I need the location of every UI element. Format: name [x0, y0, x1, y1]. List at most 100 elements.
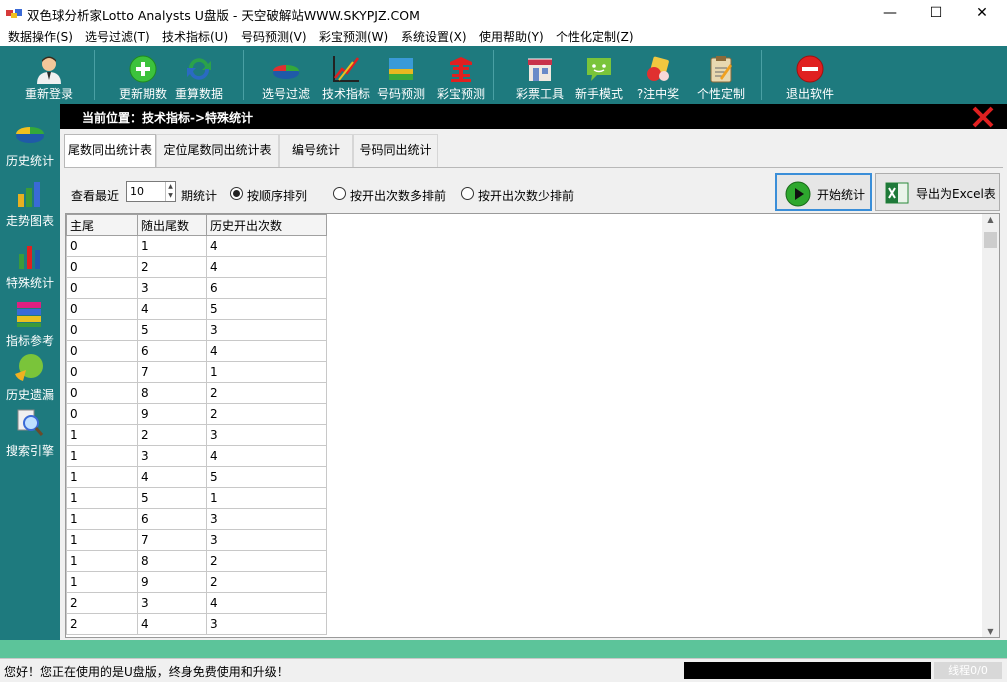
- caibao-predict-button[interactable]: 彩宝预测: [432, 48, 490, 104]
- table-row[interactable]: 182: [66, 550, 327, 572]
- scroll-down-icon[interactable]: ▼: [982, 627, 999, 636]
- tab-tail-co-occurrence[interactable]: 尾数同出统计表: [64, 134, 156, 168]
- table-cell: 7: [137, 529, 207, 551]
- table-row[interactable]: 053: [66, 319, 327, 341]
- menu-tech-indicators[interactable]: 技术指标(U): [162, 28, 228, 45]
- table-row[interactable]: 151: [66, 487, 327, 509]
- maximize-button[interactable]: ☐: [913, 0, 959, 26]
- sidebar-item-history-omission[interactable]: 历史遗漏: [0, 348, 60, 404]
- period-spinner[interactable]: 10 ▲ ▼: [126, 181, 176, 202]
- table-row[interactable]: 064: [66, 340, 327, 362]
- beginner-mode-button[interactable]: 新手模式: [570, 48, 628, 104]
- table-row[interactable]: 163: [66, 508, 327, 530]
- table-row[interactable]: 092: [66, 403, 327, 425]
- menu-system-settings[interactable]: 系统设置(X): [401, 28, 467, 45]
- main-panel: 当前位置：技术指标->特殊统计 尾数同出统计表 定位尾数同出统计表 编号统计 号…: [60, 104, 1007, 640]
- table-row[interactable]: 134: [66, 445, 327, 467]
- menu-data-ops[interactable]: 数据操作(S): [8, 28, 73, 45]
- table-row[interactable]: 145: [66, 466, 327, 488]
- menu-help[interactable]: 使用帮助(Y): [479, 28, 544, 45]
- number-predict-button[interactable]: 号码预测: [372, 48, 430, 104]
- status-message: 您好！您正在使用的是U盘版，终身免费使用和升级！: [4, 665, 289, 679]
- menu-number-predict[interactable]: 号码预测(V): [241, 28, 307, 45]
- minimize-button[interactable]: —: [867, 0, 913, 26]
- column-header[interactable]: 主尾: [66, 214, 138, 236]
- table-row[interactable]: 123: [66, 424, 327, 446]
- table-row[interactable]: 234: [66, 592, 327, 614]
- radio-more-first[interactable]: [333, 187, 346, 200]
- radio-less-first[interactable]: [461, 187, 474, 200]
- table-cell: 1: [66, 424, 138, 446]
- table-cell: 2: [66, 592, 138, 614]
- table-cell: 5: [137, 319, 207, 341]
- sidebar-item-history-stats[interactable]: 历史统计: [0, 114, 60, 170]
- location-bar: 当前位置：技术指标->特殊统计: [60, 104, 1007, 129]
- table-row[interactable]: 071: [66, 361, 327, 383]
- menu-caibao-predict[interactable]: 彩宝预测(W): [319, 28, 388, 45]
- user-icon: [37, 56, 61, 84]
- table-cell: 5: [137, 487, 207, 509]
- tab-number-co-occurrence[interactable]: 号码同出统计: [353, 134, 438, 167]
- table-row[interactable]: 045: [66, 298, 327, 320]
- radio-order-label[interactable]: 按顺序排列: [247, 187, 307, 204]
- sidebar-item-search-engine[interactable]: 搜索引擎: [0, 404, 60, 460]
- prize-check-button[interactable]: ?注中奖: [629, 48, 687, 104]
- column-header[interactable]: 历史开出次数: [206, 214, 327, 236]
- table-row[interactable]: 024: [66, 256, 327, 278]
- table-cell: 3: [137, 445, 207, 467]
- update-periods-button[interactable]: 更新期数: [114, 48, 172, 104]
- sidebar-item-special-stats[interactable]: 特殊统计: [0, 236, 60, 292]
- table-row[interactable]: 192: [66, 571, 327, 593]
- menu-number-filter[interactable]: 选号过滤(T): [85, 28, 150, 45]
- tech-indicators-button[interactable]: 技术指标: [317, 48, 375, 104]
- number-filter-button[interactable]: 选号过滤: [257, 48, 315, 104]
- close-panel-icon[interactable]: [971, 105, 995, 129]
- chat-icon: [587, 58, 611, 81]
- table-row[interactable]: 014: [66, 235, 327, 257]
- table-cell: 0: [66, 403, 138, 425]
- table-row[interactable]: 243: [66, 613, 327, 635]
- table-row[interactable]: 082: [66, 382, 327, 404]
- spinner-arrows-icon[interactable]: ▲ ▼: [165, 182, 175, 201]
- radio-order[interactable]: [230, 187, 243, 200]
- vertical-scrollbar[interactable]: ▲ ▼: [982, 214, 999, 637]
- tab-number-stats[interactable]: 编号统计: [279, 134, 353, 167]
- sidebar-label: 指标参考: [5, 334, 54, 348]
- radio-more-first-label[interactable]: 按开出次数多排前: [350, 187, 446, 204]
- tab-position-tail-co-occurrence[interactable]: 定位尾数同出统计表: [156, 134, 279, 167]
- scroll-up-icon[interactable]: ▲: [982, 215, 999, 224]
- table-row[interactable]: 173: [66, 529, 327, 551]
- shop-icon: [528, 58, 552, 81]
- relogin-button[interactable]: 重新登录: [20, 48, 78, 104]
- table-cell: 1: [206, 361, 327, 383]
- table-row[interactable]: 036: [66, 277, 327, 299]
- sidebar-item-indicator-reference[interactable]: 指标参考: [0, 294, 60, 350]
- magnifier-icon: [17, 409, 44, 436]
- table-cell: 0: [66, 235, 138, 257]
- status-stripe: [0, 640, 1007, 658]
- table-cell: 0: [66, 277, 138, 299]
- radio-less-first-label[interactable]: 按开出次数少排前: [478, 187, 574, 204]
- update-periods-label: 更新期数: [118, 87, 167, 101]
- table-cell: 3: [137, 277, 207, 299]
- export-excel-button[interactable]: 导出为Excel表: [875, 173, 1000, 211]
- table-cell: 0: [66, 361, 138, 383]
- app-logo-icon: [6, 9, 22, 18]
- table-cell: 1: [206, 487, 327, 509]
- recalculate-button[interactable]: 重算数据: [170, 48, 228, 104]
- close-button[interactable]: ✕: [959, 0, 1005, 26]
- column-header[interactable]: 随出尾数: [137, 214, 207, 236]
- lottery-tools-button[interactable]: 彩票工具: [511, 48, 569, 104]
- table-cell: 2: [206, 403, 327, 425]
- start-stats-button[interactable]: 开始统计: [775, 173, 872, 211]
- table-cell: 6: [137, 508, 207, 530]
- exit-button[interactable]: 退出软件: [781, 48, 839, 104]
- customize-button[interactable]: 个性定制: [692, 48, 750, 104]
- menu-customize[interactable]: 个性化定制(Z): [556, 28, 634, 45]
- treasure-icon: [450, 57, 472, 82]
- app-window: 双色球分析家Lotto Analysts U盘版 - 天空破解站WWW.SKYP…: [0, 0, 1007, 682]
- title-bar[interactable]: 双色球分析家Lotto Analysts U盘版 - 天空破解站WWW.SKYP…: [0, 0, 1007, 26]
- lottery-tools-label: 彩票工具: [515, 87, 564, 101]
- scroll-thumb[interactable]: [984, 232, 997, 248]
- sidebar-item-trend-charts[interactable]: 走势图表: [0, 174, 60, 230]
